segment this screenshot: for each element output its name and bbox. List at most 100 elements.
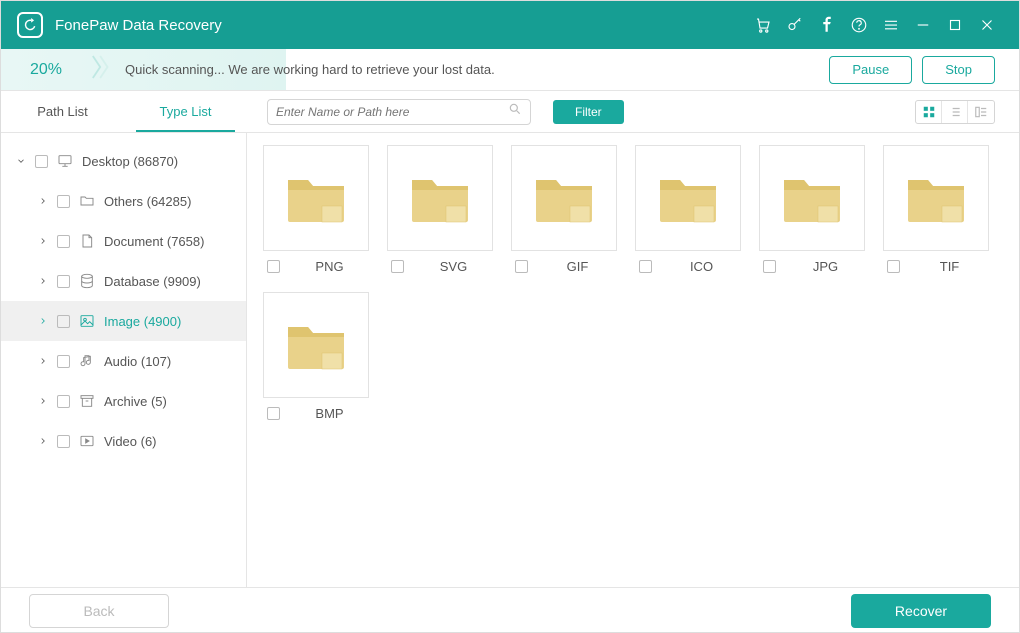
tree-label: Desktop (86870)	[82, 154, 178, 169]
folder-thumb[interactable]	[759, 145, 865, 251]
filter-button[interactable]: Filter	[553, 100, 624, 124]
stop-button[interactable]: Stop	[922, 56, 995, 84]
search-input-wrap[interactable]	[267, 99, 531, 125]
app-logo	[17, 12, 43, 38]
checkbox[interactable]	[763, 260, 776, 273]
menu-icon[interactable]	[875, 9, 907, 41]
audio-icon	[78, 352, 96, 370]
toolbar: Path List Type List Filter	[1, 91, 1019, 133]
tree-item-others[interactable]: Others (64285)	[1, 181, 246, 221]
tree-item-document[interactable]: Document (7658)	[1, 221, 246, 261]
chevron-right-icon[interactable]	[37, 316, 49, 326]
folder-icon	[78, 192, 96, 210]
checkbox[interactable]	[57, 315, 70, 328]
sidebar: Desktop (86870) Others (64285) Document …	[1, 133, 247, 587]
tab-type-list[interactable]: Type List	[124, 91, 247, 132]
tree-label: Database (9909)	[104, 274, 201, 289]
folder-item[interactable]: SVG	[387, 145, 493, 274]
view-detail-icon[interactable]	[968, 101, 994, 123]
checkbox[interactable]	[35, 155, 48, 168]
folder-item[interactable]: ICO	[635, 145, 741, 274]
progress-bar: 20% Quick scanning... We are working har…	[1, 49, 1019, 91]
chevron-right-icon[interactable]	[37, 396, 49, 406]
chevron-right-icon[interactable]	[37, 276, 49, 286]
tree-root-desktop[interactable]: Desktop (86870)	[1, 141, 246, 181]
app-title: FonePaw Data Recovery	[55, 17, 222, 34]
folder-label: GIF	[538, 259, 617, 274]
folder-item[interactable]: JPG	[759, 145, 865, 274]
view-list-icon[interactable]	[942, 101, 968, 123]
folder-label: TIF	[910, 259, 989, 274]
folder-item[interactable]: TIF	[883, 145, 989, 274]
folder-item[interactable]: PNG	[263, 145, 369, 274]
chevron-right-icon[interactable]	[37, 196, 49, 206]
checkbox[interactable]	[887, 260, 900, 273]
folder-item[interactable]: BMP	[263, 292, 369, 421]
chevron-right-icon[interactable]	[37, 436, 49, 446]
titlebar: FonePaw Data Recovery	[1, 1, 1019, 49]
chevron-down-icon[interactable]	[15, 156, 27, 166]
archive-icon	[78, 392, 96, 410]
database-icon	[78, 272, 96, 290]
progress-status: Quick scanning... We are working hard to…	[125, 62, 495, 77]
checkbox[interactable]	[267, 407, 280, 420]
tree-label: Others (64285)	[104, 194, 191, 209]
progress-percent: 20%	[1, 61, 91, 79]
folder-thumb[interactable]	[883, 145, 989, 251]
chevron-right-icon[interactable]	[37, 356, 49, 366]
checkbox[interactable]	[57, 355, 70, 368]
folder-thumb[interactable]	[263, 292, 369, 398]
checkbox[interactable]	[639, 260, 652, 273]
folder-thumb[interactable]	[387, 145, 493, 251]
maximize-icon[interactable]	[939, 9, 971, 41]
folder-thumb[interactable]	[635, 145, 741, 251]
video-icon	[78, 432, 96, 450]
footer: Back Recover	[1, 587, 1019, 633]
key-icon[interactable]	[779, 9, 811, 41]
tree-label: Image (4900)	[104, 314, 181, 329]
close-icon[interactable]	[971, 9, 1003, 41]
pause-button[interactable]: Pause	[829, 56, 912, 84]
tree-label: Document (7658)	[104, 234, 204, 249]
view-grid-icon[interactable]	[916, 101, 942, 123]
minimize-icon[interactable]	[907, 9, 939, 41]
document-icon	[78, 232, 96, 250]
checkbox[interactable]	[57, 235, 70, 248]
chevron-right-icon[interactable]	[37, 236, 49, 246]
checkbox[interactable]	[57, 195, 70, 208]
search-input[interactable]	[276, 105, 508, 119]
tree-item-video[interactable]: Video (6)	[1, 421, 246, 461]
folder-label: SVG	[414, 259, 493, 274]
checkbox[interactable]	[267, 260, 280, 273]
tree-label: Archive (5)	[104, 394, 167, 409]
recover-button[interactable]: Recover	[851, 594, 991, 628]
chevron-progress-icon	[91, 54, 113, 85]
checkbox[interactable]	[515, 260, 528, 273]
view-toggle	[915, 100, 995, 124]
main: Desktop (86870) Others (64285) Document …	[1, 133, 1019, 587]
checkbox[interactable]	[57, 395, 70, 408]
tree-item-audio[interactable]: Audio (107)	[1, 341, 246, 381]
tree-label: Audio (107)	[104, 354, 171, 369]
facebook-icon[interactable]	[811, 9, 843, 41]
checkbox[interactable]	[57, 275, 70, 288]
folder-thumb[interactable]	[263, 145, 369, 251]
checkbox[interactable]	[391, 260, 404, 273]
folder-thumb[interactable]	[511, 145, 617, 251]
tab-path-list[interactable]: Path List	[1, 91, 124, 132]
tree-item-archive[interactable]: Archive (5)	[1, 381, 246, 421]
tree-item-database[interactable]: Database (9909)	[1, 261, 246, 301]
folder-item[interactable]: GIF	[511, 145, 617, 274]
folder-label: BMP	[290, 406, 369, 421]
tree-label: Video (6)	[104, 434, 157, 449]
folder-label: JPG	[786, 259, 865, 274]
cart-icon[interactable]	[747, 9, 779, 41]
search-icon[interactable]	[508, 102, 522, 121]
tree-item-image[interactable]: Image (4900)	[1, 301, 246, 341]
checkbox[interactable]	[57, 435, 70, 448]
image-icon	[78, 312, 96, 330]
help-icon[interactable]	[843, 9, 875, 41]
content-grid: PNG SVG GIF ICO JPG TIF BMP	[247, 133, 1019, 587]
folder-label: ICO	[662, 259, 741, 274]
back-button[interactable]: Back	[29, 594, 169, 628]
